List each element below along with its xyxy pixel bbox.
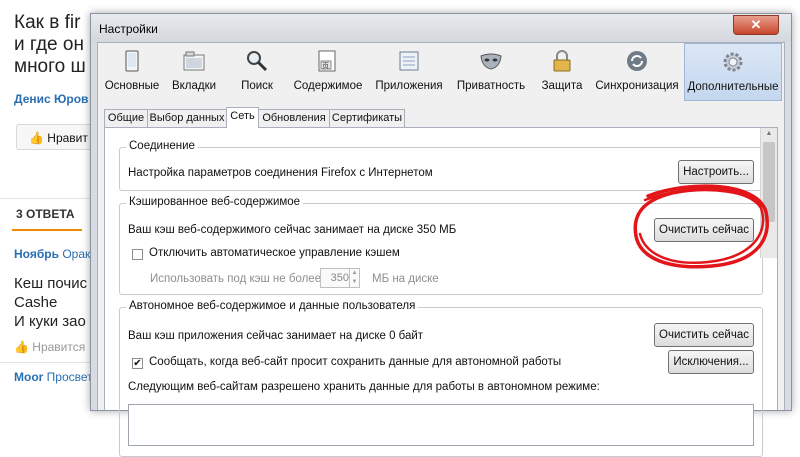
toolbar-general[interactable]: Основные <box>102 43 162 101</box>
tab-network[interactable]: Сеть <box>226 107 259 128</box>
tab-update[interactable]: Обновления <box>258 109 330 127</box>
cache-group-title: Кэшированное веб-содержимое <box>126 196 304 208</box>
security-lock-icon <box>553 50 571 72</box>
toolbar-search[interactable]: Поиск <box>228 43 286 101</box>
cache-limit-unit: МБ на диске <box>372 273 439 285</box>
toolbar-search-label: Поиск <box>241 80 273 92</box>
cache-override-checkbox[interactable] <box>132 249 143 260</box>
tab-data-choices[interactable]: Выбор данных <box>147 109 227 127</box>
answer-like-label: Нравится <box>32 340 86 354</box>
toolbar-tabs[interactable]: Вкладки <box>164 43 224 101</box>
toolbar-sync-label: Синхронизация <box>595 80 679 92</box>
content-icon: 页 <box>318 50 336 72</box>
toolbar-content-label: Содержимое <box>293 80 363 92</box>
advanced-tabs: Общие Выбор данных Сеть Обновления Серти… <box>104 107 778 128</box>
divider <box>0 362 95 363</box>
panel-scrollbar[interactable]: ▲ <box>760 128 777 258</box>
answers-count-heading: 3 ОТВЕТА <box>16 207 75 221</box>
general-icon <box>125 50 139 72</box>
like-button-label: Нравит <box>47 131 88 145</box>
toolbar-advanced-label: Дополнительные <box>687 81 779 93</box>
applications-icon <box>399 51 419 71</box>
sync-icon <box>627 51 647 71</box>
tabs-icon <box>183 51 205 71</box>
offline-notify-label: Сообщать, когда веб-сайт просит сохранит… <box>149 356 562 368</box>
connection-group: Соединение Настройка параметров соединен… <box>119 140 763 191</box>
scroll-up-icon[interactable]: ▲ <box>761 130 777 140</box>
like-button[interactable]: 👍 Нравит <box>16 124 94 150</box>
offline-notify-checkbox[interactable]: ✔ <box>132 358 143 369</box>
close-window-button[interactable]: ✕ <box>733 15 779 35</box>
second-author-rank: Просвет <box>46 370 93 384</box>
offline-usage-text: Ваш кэш приложения сейчас занимает на ди… <box>128 330 424 342</box>
toolbar-privacy[interactable]: Приватность <box>452 43 530 101</box>
privacy-mask-icon <box>480 53 502 70</box>
advanced-gear-icon <box>723 52 743 72</box>
offline-exceptions-button[interactable]: Исключения... <box>668 350 754 374</box>
clear-offline-cache-button[interactable]: Очистить сейчас <box>654 323 754 347</box>
search-icon <box>247 51 268 72</box>
scrollbar-thumb[interactable] <box>763 142 775 222</box>
window-titlebar[interactable]: Настройки ✕ <box>91 14 791 42</box>
offline-group-title: Автономное веб-содержимое и данные польз… <box>126 300 419 312</box>
offline-allowed-sites-label: Следующим веб-сайтам разрешено хранить д… <box>128 381 600 393</box>
clear-cache-button[interactable]: Очистить сейчас <box>654 218 754 242</box>
second-author-name: Moor <box>14 370 44 384</box>
answer-like-button[interactable]: 👍 Нравится <box>14 340 85 354</box>
connection-description: Настройка параметров соединения Firefox … <box>128 167 433 179</box>
divider <box>0 198 95 199</box>
stepper-arrows-icon[interactable]: ▲ ▼ <box>349 269 359 287</box>
cache-limit-stepper[interactable]: 350 ▲ ▼ <box>320 268 360 288</box>
toolbar-sync[interactable]: Синхронизация <box>592 43 682 101</box>
preferences-toolbar: Основные Вкладки Поиск 页 Содержимое Прил… <box>98 43 784 101</box>
connection-group-title: Соединение <box>126 140 198 152</box>
answer-author-name: Ноябрь <box>14 247 59 261</box>
checkmark-icon: ✔ <box>133 358 142 369</box>
thumbs-up-icon: 👍 <box>14 340 29 354</box>
toolbar-security-label: Защита <box>541 80 583 92</box>
toolbar-content[interactable]: 页 Содержимое <box>290 43 366 101</box>
answer-author-link[interactable]: Ноябрь Орак <box>14 247 90 261</box>
toolbar-security[interactable]: Защита <box>534 43 590 101</box>
answer-text: Кеш почис Cashe И куки зао <box>14 275 88 330</box>
connection-settings-button[interactable]: Настроить... <box>678 160 754 184</box>
cache-usage-text: Ваш кэш веб-содержимого сейчас занимает … <box>128 224 457 236</box>
cache-limit-value: 350 <box>330 272 349 284</box>
cache-override-label: Отключить автоматическое управление кэше… <box>149 247 400 259</box>
network-tab-panel: Соединение Настройка параметров соединен… <box>104 127 778 457</box>
offline-allowed-sites-list[interactable] <box>128 404 754 446</box>
svg-text:页: 页 <box>322 62 329 70</box>
toolbar-applications-label: Приложения <box>375 80 443 92</box>
toolbar-privacy-label: Приватность <box>456 80 526 92</box>
cache-group: Кэшированное веб-содержимое Ваш кэш веб-… <box>119 196 763 295</box>
cache-limit-label: Использовать под кэш не более <box>150 273 322 285</box>
toolbar-applications[interactable]: Приложения <box>370 43 448 101</box>
tab-certificates[interactable]: Сертификаты <box>329 109 405 127</box>
toolbar-general-label: Основные <box>104 80 160 92</box>
settings-window: Настройки ✕ Основные Вкладки Поиск 页 Сод… <box>90 13 792 457</box>
answer-author-rank: Орак <box>62 247 91 261</box>
toolbar-advanced[interactable]: Дополнительные <box>684 43 782 101</box>
question-author-link[interactable]: Денис Юров <box>14 92 88 106</box>
window-body: Основные Вкладки Поиск 页 Содержимое Прил… <box>97 42 785 457</box>
offline-group: Автономное веб-содержимое и данные польз… <box>119 300 763 457</box>
thumbs-up-icon: 👍 <box>29 131 44 145</box>
toolbar-tabs-label: Вкладки <box>171 80 217 92</box>
second-answer-author-link[interactable]: Moor Просвет <box>14 370 93 384</box>
tab-general[interactable]: Общие <box>104 109 148 127</box>
answers-underline <box>12 229 82 231</box>
window-title: Настройки <box>99 22 158 36</box>
